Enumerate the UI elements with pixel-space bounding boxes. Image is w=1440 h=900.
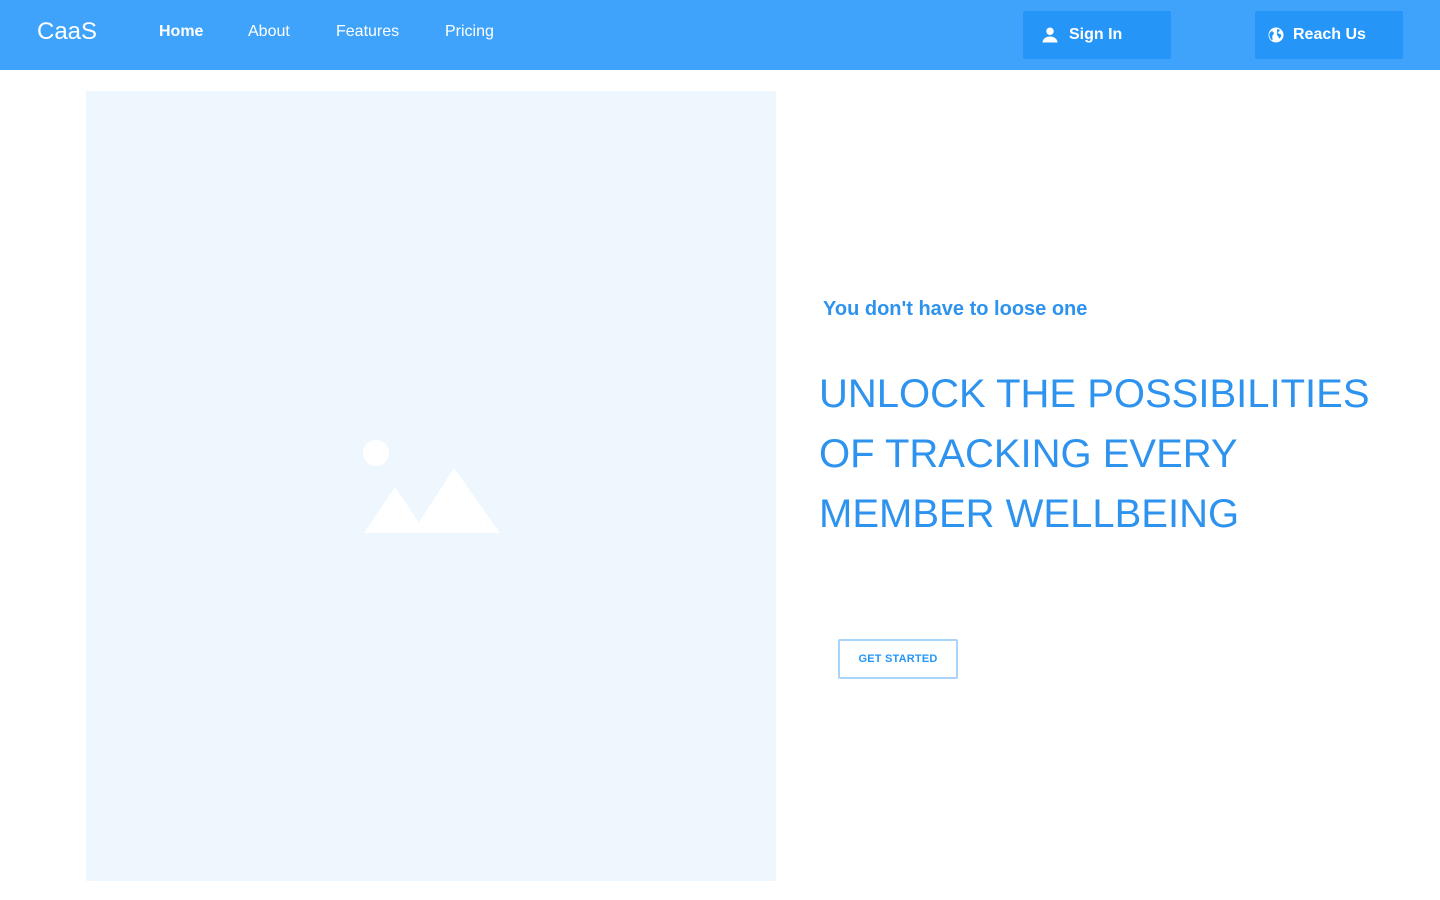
nav-pricing-link[interactable]: Pricing bbox=[445, 22, 494, 42]
brand-logo[interactable]: CaaS bbox=[37, 17, 97, 47]
nav-about-link[interactable]: About bbox=[248, 22, 290, 42]
nav-home-link[interactable]: Home bbox=[159, 22, 203, 42]
hero-image-placeholder bbox=[86, 91, 776, 881]
hero-headline: UNLOCK THE POSSIBILITIES OF TRACKING EVE… bbox=[819, 372, 1370, 536]
reach-us-button[interactable]: Reach Us bbox=[1255, 11, 1403, 59]
nav-features-link[interactable]: Features bbox=[336, 22, 399, 42]
globe-icon bbox=[1267, 26, 1285, 44]
image-placeholder-icon bbox=[363, 440, 500, 533]
user-icon bbox=[1041, 26, 1059, 44]
hero-tagline: You don't have to loose one bbox=[823, 298, 1088, 320]
top-navbar: CaaS Home About Features Pricing Sign In… bbox=[0, 0, 1440, 70]
sign-in-button[interactable]: Sign In bbox=[1023, 11, 1171, 59]
reach-us-label: Reach Us bbox=[1293, 26, 1366, 43]
sign-in-label: Sign In bbox=[1069, 26, 1123, 43]
get-started-button[interactable]: GET STARTED bbox=[838, 639, 958, 679]
